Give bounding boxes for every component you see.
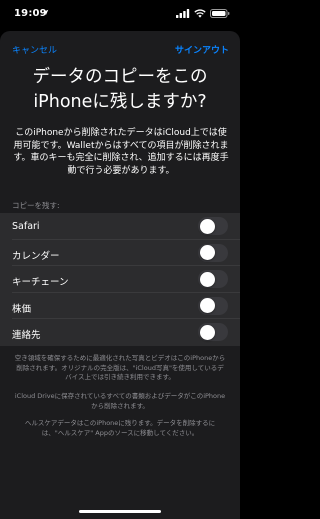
toggle-knob [199, 218, 215, 234]
icloud-drive-footnote: iCloud Driveに保存されているすべての書類およびデータがこのiPhon… [14, 392, 226, 410]
keychain-toggle[interactable] [198, 270, 228, 288]
option-label: 連絡先 [12, 330, 41, 341]
toggle-knob [199, 271, 215, 287]
screen: 19:09 キャンセル サインアウト データのコピーをこの iPhoneに残しま… [0, 0, 240, 519]
safari-toggle[interactable] [198, 217, 228, 235]
contacts-toggle[interactable] [198, 323, 228, 341]
stocks-toggle[interactable] [198, 296, 228, 315]
page-title: データのコピーをこの iPhoneに残しますか? [32, 67, 208, 112]
toggle-knob [199, 298, 215, 313]
battery-icon [210, 9, 230, 18]
cancel-button[interactable]: キャンセル [12, 43, 57, 56]
option-row-calendar: カレンダー [0, 240, 240, 266]
sign-out-button[interactable]: サインアウト [175, 43, 229, 56]
option-row-keychain: キーチェーン [0, 266, 240, 293]
options-list: Safari カレンダー キーチェーン 株価 連絡先 [0, 213, 240, 346]
option-row-stocks: 株価 [0, 293, 240, 319]
status-icons [176, 9, 230, 18]
cellular-signal-icon [176, 9, 190, 18]
option-row-safari: Safari [0, 213, 240, 240]
section-header: コピーを残す: [12, 201, 60, 210]
location-arrow-icon [42, 9, 49, 16]
home-indicator [79, 510, 161, 513]
option-label: カレンダー [12, 250, 60, 262]
toggle-knob [199, 245, 215, 260]
option-label: Safari [12, 221, 40, 232]
health-footnote: ヘルスケアデータはこのiPhoneに残ります。データを削除するには、"ヘルスケア… [24, 419, 216, 437]
storage-footnote: 空き領域を確保するために最適化された写真とビデオはこのiPhoneから削除されま… [14, 354, 226, 381]
status-bar: 19:09 [0, 0, 240, 26]
wifi-icon [194, 9, 206, 18]
calendar-toggle[interactable] [198, 243, 228, 262]
description-text: このiPhoneから削除されたデータはiCloud上では使用可能です。Walle… [13, 128, 229, 176]
sign-out-sheet: キャンセル サインアウト データのコピーをこの iPhoneに残しますか? この… [0, 31, 240, 519]
toggle-knob [199, 324, 215, 340]
option-label: 株価 [12, 303, 32, 315]
option-label: キーチェーン [12, 277, 69, 288]
option-row-contacts: 連絡先 [0, 319, 240, 346]
nav-bar: キャンセル サインアウト [0, 41, 240, 57]
